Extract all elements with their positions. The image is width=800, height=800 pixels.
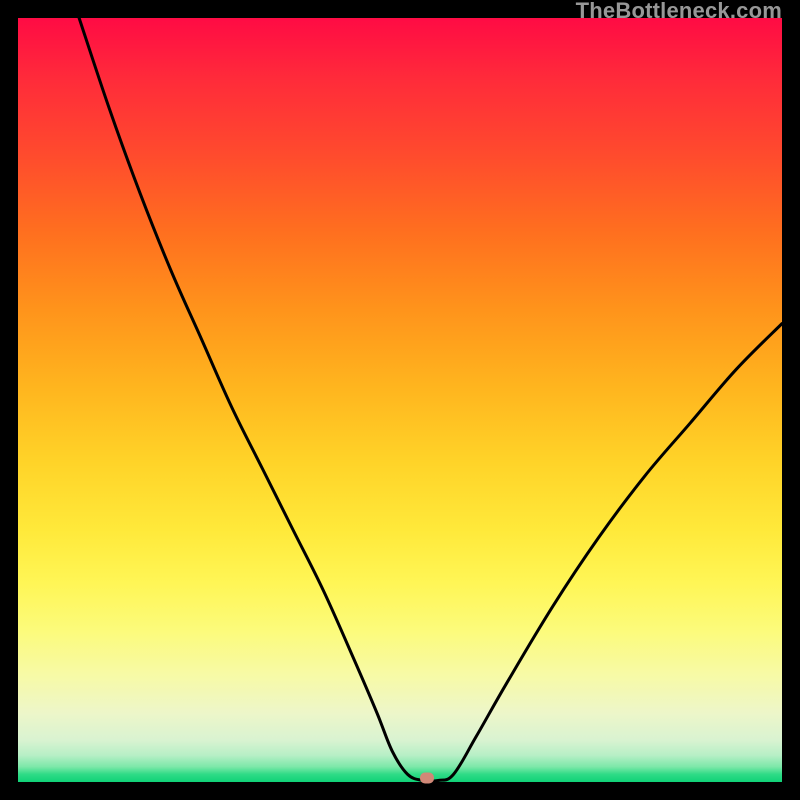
bottleneck-curve [18,18,782,782]
plot-area [18,18,782,782]
chart-frame: TheBottleneck.com [0,0,800,800]
optimal-point-marker [420,773,434,784]
